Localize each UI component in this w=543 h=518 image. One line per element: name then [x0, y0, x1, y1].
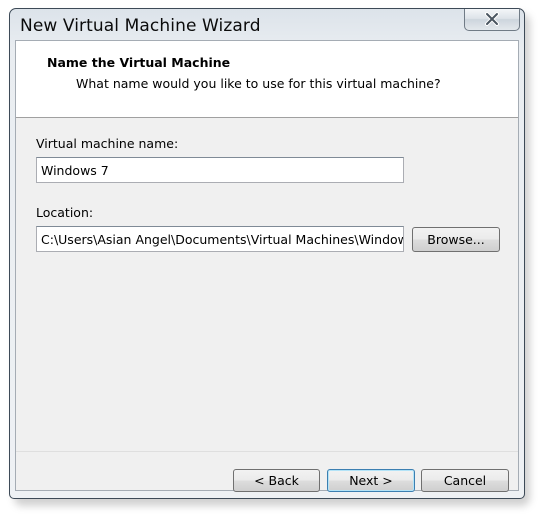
location-input[interactable] — [36, 226, 404, 252]
footer-divider — [16, 451, 518, 452]
wizard-header: Name the Virtual Machine What name would… — [16, 41, 518, 118]
next-button[interactable]: Next > — [327, 469, 415, 492]
page-subtitle: What name would you like to use for this… — [76, 76, 441, 91]
wizard-client-area: Name the Virtual Machine What name would… — [15, 40, 519, 492]
window-title: New Virtual Machine Wizard — [20, 16, 261, 36]
cancel-button[interactable]: Cancel — [421, 469, 509, 492]
vm-name-input[interactable] — [36, 157, 404, 183]
back-button[interactable]: < Back — [233, 469, 320, 492]
location-label: Location: — [36, 205, 94, 220]
page-title: Name the Virtual Machine — [47, 55, 231, 70]
vm-name-label: Virtual machine name: — [36, 136, 179, 151]
close-icon — [485, 12, 499, 26]
browse-button[interactable]: Browse... — [412, 227, 500, 252]
wizard-window: New Virtual Machine Wizard Name the Virt… — [9, 8, 525, 499]
close-button[interactable] — [464, 9, 520, 31]
